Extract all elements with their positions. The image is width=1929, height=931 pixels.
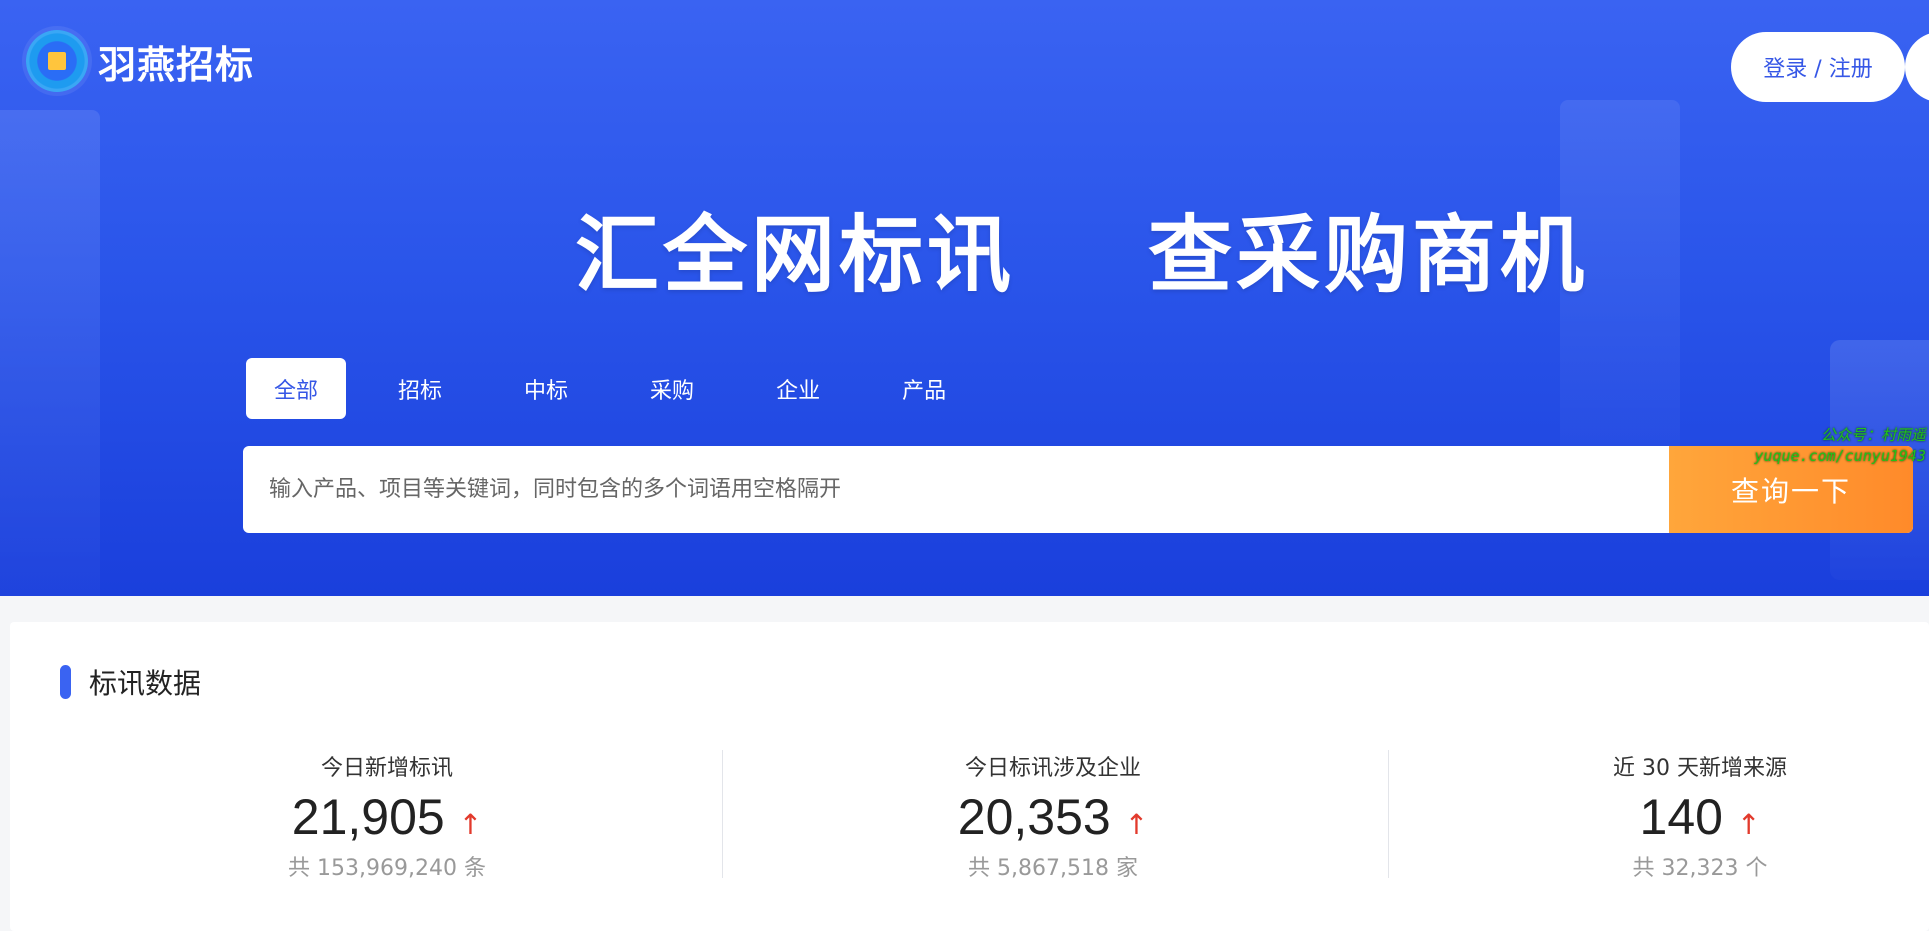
hero-decoration-left (0, 110, 100, 596)
trend-up-icon: ↑ (1124, 808, 1149, 841)
section-title-accent (60, 665, 71, 699)
section-title: 标讯数据 (60, 662, 201, 702)
tab-award[interactable]: 中标 (494, 358, 598, 419)
stat-label: 今日新增标讯 (320, 756, 453, 781)
stat-value: 21,905 (291, 789, 445, 845)
hero-banner: 羽燕招标 登录 / 注册 汇全网标讯 查采购商机 全部 招标 中标 采购 企业 … (0, 0, 1929, 596)
logo-icon (26, 30, 88, 92)
search-bar: 查询一下 (243, 446, 1913, 533)
stats-panel: 标讯数据 今日新增标讯 21,905 ↑ 共 153,969,240 条 今日标… (10, 622, 1929, 931)
stat-value: 20,353 (957, 789, 1111, 845)
stat-divider (1388, 750, 1389, 878)
tab-tender[interactable]: 招标 (368, 358, 472, 419)
search-input[interactable] (243, 446, 1669, 533)
watermark-line-1: 公众号：村雨遥 (1820, 426, 1926, 444)
tab-product[interactable]: 产品 (872, 358, 976, 419)
stat-label: 近 30 天新增来源 (1613, 756, 1787, 781)
brand-name: 羽燕招标 (98, 42, 255, 87)
tab-all[interactable]: 全部 (246, 358, 347, 419)
tab-enterprise[interactable]: 企业 (746, 358, 850, 419)
search-category-tabs: 全部 招标 中标 采购 企业 产品 (246, 358, 998, 419)
tab-procurement[interactable]: 采购 (620, 358, 724, 419)
stat-total: 共 5,867,518 家 (968, 856, 1138, 881)
stat-today-enterprises: 今日标讯涉及企业 20,353 ↑ 共 5,867,518 家 (853, 750, 1253, 882)
watermark-line-2: yuque.com/cunyu1943 (1754, 447, 1926, 465)
stat-label: 今日标讯涉及企业 (964, 756, 1141, 781)
trend-up-icon: ↑ (1736, 808, 1761, 841)
hero-headline: 汇全网标讯 查采购商机 (575, 206, 1588, 304)
trend-up-icon: ↑ (458, 808, 483, 841)
brand-logo[interactable]: 羽燕招标 (26, 30, 254, 92)
stat-divider (722, 750, 723, 878)
header-extra-button[interactable] (1905, 32, 1929, 102)
section-title-text: 标讯数据 (89, 667, 202, 700)
stat-30day-new-sources: 近 30 天新增来源 140 ↑ 共 32,323 个 (1500, 750, 1900, 882)
stat-value: 140 (1639, 789, 1723, 845)
stat-today-new-tenders: 今日新增标讯 21,905 ↑ 共 153,969,240 条 (187, 750, 587, 882)
stat-total: 共 32,323 个 (1632, 856, 1768, 881)
login-register-button[interactable]: 登录 / 注册 (1731, 32, 1905, 102)
watermark: 公众号：村雨遥 yuque.com/cunyu1943 (1736, 425, 1926, 467)
stat-total: 共 153,969,240 条 (288, 856, 486, 881)
